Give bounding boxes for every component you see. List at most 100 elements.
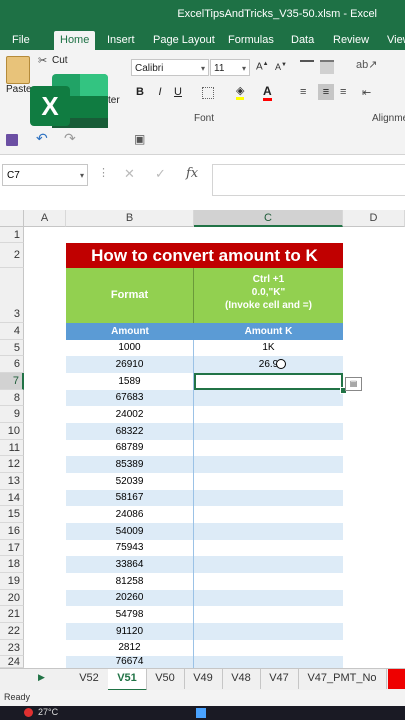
row-header-4[interactable]: 4: [0, 323, 24, 340]
amount-k-cell[interactable]: [194, 606, 343, 623]
amount-k-cell[interactable]: [194, 573, 343, 590]
amount-cell[interactable]: 81258: [66, 573, 194, 590]
row-header-12[interactable]: 12: [0, 456, 24, 473]
amount-cell[interactable]: 67683: [66, 390, 194, 406]
row-header-11[interactable]: 11: [0, 440, 24, 456]
row-header-2[interactable]: 2: [0, 243, 24, 268]
column-header-d[interactable]: D: [343, 210, 405, 227]
column-header-b[interactable]: B: [66, 210, 194, 227]
row-header-21[interactable]: 21: [0, 606, 24, 623]
amount-header-cell[interactable]: Amount: [66, 323, 194, 340]
bold-button[interactable]: B: [132, 86, 148, 98]
camera-icon[interactable]: ▣: [134, 132, 145, 146]
tab-formulas[interactable]: Formulas: [222, 31, 280, 50]
sheet-tab-overflow[interactable]: [388, 669, 405, 689]
amount-k-cell[interactable]: [194, 440, 343, 456]
row-header-7[interactable]: 7: [0, 373, 24, 390]
amount-k-cell[interactable]: [194, 506, 343, 523]
name-box[interactable]: C7 ▾: [2, 164, 88, 186]
amount-cell[interactable]: 20260: [66, 590, 194, 606]
row-header-15[interactable]: 15: [0, 506, 24, 523]
grow-font-icon[interactable]: A▲: [256, 61, 269, 72]
tab-data[interactable]: Data: [285, 31, 320, 50]
font-name-select[interactable]: Calibri ▾: [131, 59, 209, 76]
row-header-16[interactable]: 16: [0, 523, 24, 540]
sheet-tab-v50[interactable]: V50: [146, 669, 185, 689]
row-header-14[interactable]: 14: [0, 490, 24, 506]
enter-icon[interactable]: ✓: [155, 166, 166, 182]
column-header-a[interactable]: A: [24, 210, 66, 227]
amount-cell[interactable]: 75943: [66, 540, 194, 556]
borders-icon[interactable]: [202, 87, 214, 99]
row-header-19[interactable]: 19: [0, 573, 24, 590]
amount-k-cell[interactable]: [194, 523, 343, 540]
clipboard-icon[interactable]: [6, 56, 30, 84]
amount-cell[interactable]: 54798: [66, 606, 194, 623]
formula-input[interactable]: [212, 164, 405, 196]
underline-button[interactable]: U: [170, 86, 186, 98]
amount-k-cell[interactable]: [194, 456, 343, 473]
orientation-icon[interactable]: ab↗: [356, 58, 377, 71]
amount-k-cell[interactable]: [194, 540, 343, 556]
quick-analysis-icon[interactable]: ▤: [345, 377, 362, 391]
row-header-10[interactable]: 10: [0, 423, 24, 440]
amount-k-cell[interactable]: 1K: [194, 340, 343, 356]
amount-cell[interactable]: 24086: [66, 506, 194, 523]
row-header-3[interactable]: 3: [0, 268, 24, 323]
active-cell-c7[interactable]: [194, 373, 343, 390]
amount-k-cell[interactable]: [194, 406, 343, 423]
row-header-20[interactable]: 20: [0, 590, 24, 606]
sheet-tab-v49[interactable]: V49: [184, 669, 223, 689]
middle-align-icon[interactable]: [320, 60, 334, 74]
amount-k-cell[interactable]: [194, 623, 343, 640]
font-color-icon[interactable]: A: [263, 84, 272, 101]
amount-k-cell[interactable]: [194, 390, 343, 406]
cancel-icon[interactable]: ✕: [124, 166, 135, 182]
tab-file[interactable]: File: [6, 31, 36, 50]
tab-view[interactable]: View: [381, 31, 405, 50]
amount-k-header-cell[interactable]: Amount K: [194, 323, 343, 340]
amount-cell[interactable]: 68322: [66, 423, 194, 440]
start-icon[interactable]: [196, 708, 206, 718]
amount-cell[interactable]: 68789: [66, 440, 194, 456]
tab-home[interactable]: Home: [54, 31, 96, 50]
sheet-tab-v51[interactable]: V51: [108, 669, 147, 691]
cut-icon[interactable]: ✂: [38, 54, 47, 67]
select-all-corner[interactable]: [0, 210, 24, 227]
row-header-8[interactable]: 8: [0, 390, 24, 406]
amount-cell[interactable]: 54009: [66, 523, 194, 540]
insert-function-icon[interactable]: fx: [186, 166, 198, 181]
amount-cell[interactable]: 58167: [66, 490, 194, 506]
amount-k-cell[interactable]: [194, 590, 343, 606]
amount-cell[interactable]: 24002: [66, 406, 194, 423]
font-size-select[interactable]: 11 ▾: [210, 59, 250, 76]
amount-cell[interactable]: 52039: [66, 473, 194, 490]
save-icon[interactable]: [6, 134, 18, 146]
amount-cell[interactable]: 33864: [66, 556, 194, 573]
amount-cell[interactable]: 1589: [66, 373, 194, 390]
top-align-icon[interactable]: [300, 60, 314, 72]
row-header-1[interactable]: 1: [0, 227, 24, 243]
shrink-font-icon[interactable]: A▼: [275, 62, 287, 72]
tab-insert[interactable]: Insert: [101, 31, 141, 50]
row-header-17[interactable]: 17: [0, 540, 24, 556]
amount-k-cell[interactable]: 26.9: [194, 356, 343, 373]
amount-k-cell[interactable]: [194, 490, 343, 506]
row-header-13[interactable]: 13: [0, 473, 24, 490]
redo-icon[interactable]: ↷: [64, 130, 76, 147]
tab-page-layout[interactable]: Page Layout: [147, 31, 221, 50]
scroll-tabs-icon[interactable]: ▶: [38, 672, 45, 683]
row-header-18[interactable]: 18: [0, 556, 24, 573]
cut-button[interactable]: Cut: [52, 55, 68, 66]
row-header-24[interactable]: 24: [0, 656, 24, 668]
format-desc-cell[interactable]: Ctrl +1 0.0,"K" (Invoke cell and =): [194, 268, 343, 323]
align-right-icon[interactable]: ≡: [340, 86, 346, 98]
column-header-c[interactable]: C: [194, 210, 343, 227]
row-header-6[interactable]: 6: [0, 356, 24, 373]
format-label-cell[interactable]: Format: [66, 268, 194, 323]
amount-cell[interactable]: 2812: [66, 640, 194, 656]
align-center-icon[interactable]: ≡: [318, 84, 334, 100]
row-header-5[interactable]: 5: [0, 340, 24, 356]
amount-cell[interactable]: 26910: [66, 356, 194, 373]
amount-cell[interactable]: 85389: [66, 456, 194, 473]
